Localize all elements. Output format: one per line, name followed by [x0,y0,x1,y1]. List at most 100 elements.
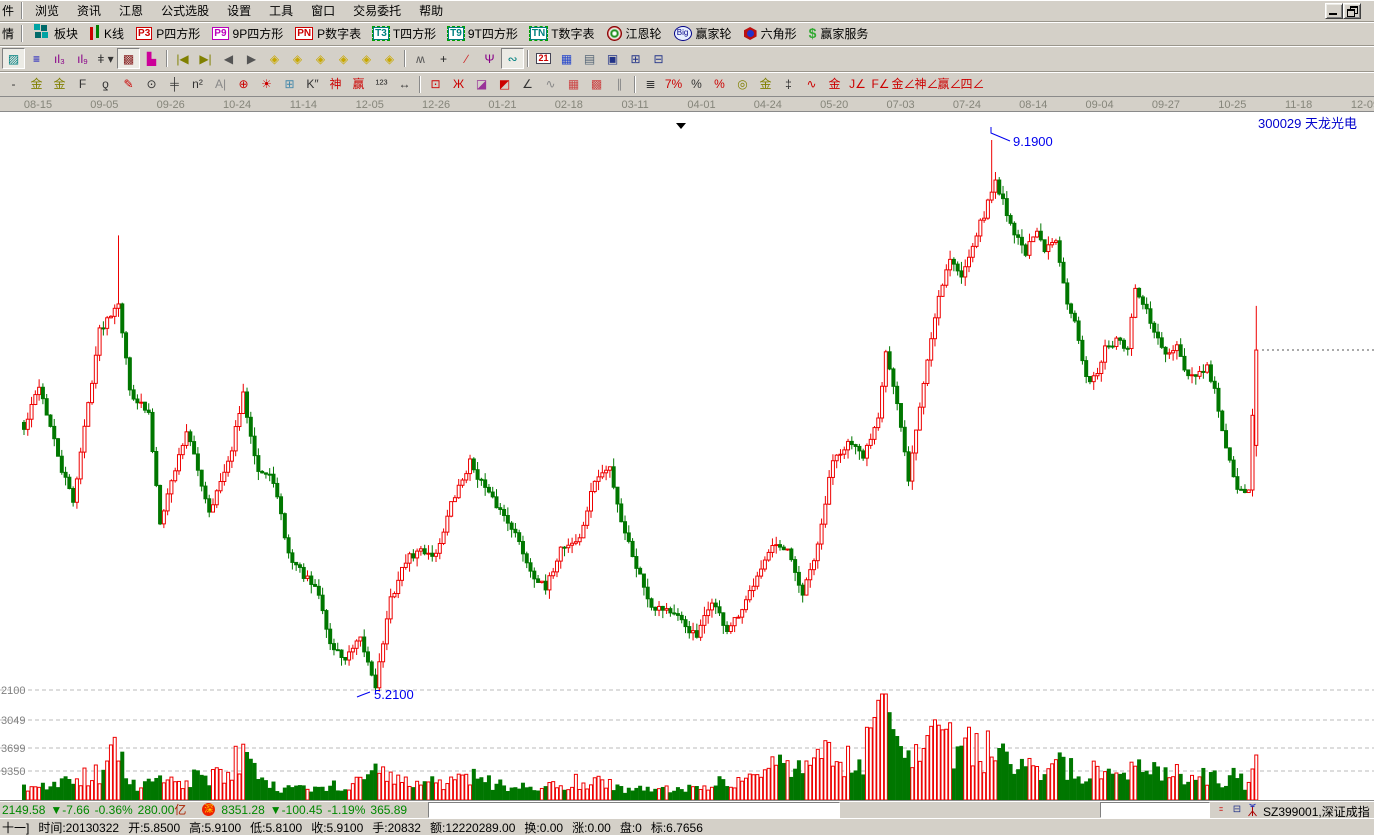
ruler-123-icon[interactable]: ¹²³ [370,74,393,95]
gold-lines-icon[interactable]: 金 [754,74,777,95]
gold-ratio-ruler-icon[interactable]: 金 [25,74,48,95]
t9-square-button[interactable]: T99T四方形 [442,25,524,42]
last-bar-icon[interactable]: ▶| [194,48,217,69]
blocks-button[interactable]: 板块 [26,25,84,42]
cut-tool-icon[interactable]: - [2,74,25,95]
p-number-table-button[interactable]: PNP数字表 [289,25,367,42]
box-tool-icon[interactable]: ⊡ [424,74,447,95]
time-cycle-icon[interactable]: ⊙ [140,74,163,95]
gann-fan-box-icon[interactable]: ◪ [470,74,493,95]
menu-item-5[interactable]: 工具 [260,3,302,19]
chart-3-icon[interactable]: ıl₃ [48,48,71,69]
grid-arrow-icon[interactable]: ▩ [585,74,608,95]
t-square-button[interactable]: T3T四方形 [367,25,442,42]
menu-item-1[interactable]: 资讯 [68,3,110,19]
chip-distribution-icon[interactable]: ▩ [117,48,140,69]
fan-rays-icon[interactable]: Ж [447,74,470,95]
span-arrow-icon[interactable]: ↔ [393,74,416,95]
grid-dots-icon[interactable]: ▦ [562,74,585,95]
menu-item-7[interactable]: 交易委托 [344,3,410,19]
trend-chart-icon[interactable]: ▨ [2,48,25,69]
gold-angle-icon[interactable]: 金∠ [892,74,915,95]
si-angle-icon[interactable]: 四∠ [961,74,984,95]
status-input[interactable] [428,802,840,818]
save-web-icon[interactable]: ⊞ [624,48,647,69]
volume-profile-icon[interactable]: ▙ [140,48,163,69]
ying-ruler-icon[interactable]: 赢 [347,74,370,95]
candle-style-icon[interactable]: ǂ ▾ [94,48,117,69]
grid-box-icon[interactable]: ⊞ [278,74,301,95]
k-line-mark-icon[interactable]: K″ [301,74,324,95]
candlestick-chart[interactable]: 21003049369993509.19005.2100 [0,112,1374,800]
minimize-button[interactable] [1325,3,1343,19]
zigzag-wave-icon[interactable]: ∿ [539,74,562,95]
gann-diamond-expand-icon[interactable]: ◈ [309,48,332,69]
starburst-icon[interactable]: ☀ [255,74,278,95]
menu-item-4[interactable]: 设置 [218,3,260,19]
remote-data-icon[interactable]: ⊟ [647,48,670,69]
crosshair-icon[interactable]: + [432,48,455,69]
menu-item-2[interactable]: 江恩 [110,3,152,19]
j-angle-icon[interactable]: J∠ [846,74,869,95]
n-square-icon[interactable]: n² [186,74,209,95]
f-angle-icon[interactable]: F∠ [869,74,892,95]
shen-ruler-icon[interactable]: 神 [324,74,347,95]
draw-brush-icon[interactable]: ✎ [117,74,140,95]
winner-service-button[interactable]: $赢家服务 [803,25,875,42]
percent-underline-icon[interactable]: % [708,74,731,95]
kline-button[interactable]: K线 [84,25,130,42]
gann-diamond-left-icon[interactable]: ◈ [263,48,286,69]
gold-ratio-ruler2-icon[interactable]: 金 [48,74,71,95]
fibonacci-ruler-icon[interactable]: F [71,74,94,95]
gann-diamond-cross-icon[interactable]: ◈ [355,48,378,69]
measure-line-icon[interactable]: ∕ [455,48,478,69]
compare-scale-icon[interactable]: ≣ [639,74,662,95]
parallel-lines-icon[interactable]: ∥ [608,74,631,95]
wave-a-icon[interactable]: ∿ [800,74,823,95]
gann-diamond-shrink-icon[interactable]: ◈ [332,48,355,69]
gann-diamond-right-icon[interactable]: ◈ [286,48,309,69]
shen-angle-icon[interactable]: 神∠ [915,74,938,95]
calculator-icon[interactable]: ▦ [555,48,578,69]
prev-bar-icon[interactable]: ◀ [217,48,240,69]
grid-adjust-icon[interactable]: ꞊ [1214,803,1228,816]
quick-item-quote-cut[interactable]: 情 [2,24,18,43]
gold-underline-icon[interactable]: 金 [823,74,846,95]
menu-item-0[interactable]: 浏览 [26,3,68,19]
chart-area[interactable]: 21003049369993509.19005.2100 300029 天龙光电 [0,112,1374,800]
first-bar-icon[interactable]: |◀ [171,48,194,69]
menu-item-6[interactable]: 窗口 [302,3,344,19]
restore-button[interactable] [1343,3,1361,19]
smart-analysis-icon[interactable]: ∾ [501,48,524,69]
menu-item-file-cut[interactable]: 件 [2,1,18,20]
antenna-icon[interactable] [1246,803,1260,816]
calendar-icon[interactable]: 21 [532,48,555,69]
percent-line-icon[interactable]: 7% [662,74,685,95]
hexagon-button[interactable]: 六角形 [738,25,803,42]
gann-wheel-button[interactable]: 江恩轮 [601,25,668,42]
angle-line-icon[interactable]: ∠ [516,74,539,95]
spiral-icon[interactable]: ƍ [94,74,117,95]
ying-angle-icon[interactable]: 赢∠ [938,74,961,95]
winner-wheel-button[interactable]: Big赢家轮 [668,25,738,42]
stock-info-icon[interactable]: ≡ [25,48,48,69]
p9-square-button[interactable]: P99P四方形 [206,25,289,42]
angle-measure-icon[interactable]: A| [209,74,232,95]
menu-item-8[interactable]: 帮助 [410,3,452,19]
gann-diamond-plus-icon[interactable]: ◈ [378,48,401,69]
gold-circle-icon[interactable]: ◎ [731,74,754,95]
p-square-button[interactable]: P3P四方形 [130,25,206,42]
gann-fan-box2-icon[interactable]: ◩ [493,74,516,95]
notebook-icon[interactable]: ▤ [578,48,601,69]
chart-9-icon[interactable]: ıl₉ [71,48,94,69]
t-number-table-button[interactable]: TNT数字表 [524,25,601,42]
gann-text-tool-icon[interactable]: Ψ [478,48,501,69]
menu-item-3[interactable]: 公式选股 [152,3,218,19]
gann-target-icon[interactable]: ⊕ [232,74,255,95]
status-input-small[interactable] [1100,802,1210,818]
layers-icon[interactable]: ⊟ [1230,803,1244,816]
tick-ruler-icon[interactable]: ╪ [163,74,186,95]
hand-drag-icon[interactable]: ʍ [409,48,432,69]
save-icon[interactable]: ▣ [601,48,624,69]
pen-ruler-icon[interactable]: ‡ [777,74,800,95]
